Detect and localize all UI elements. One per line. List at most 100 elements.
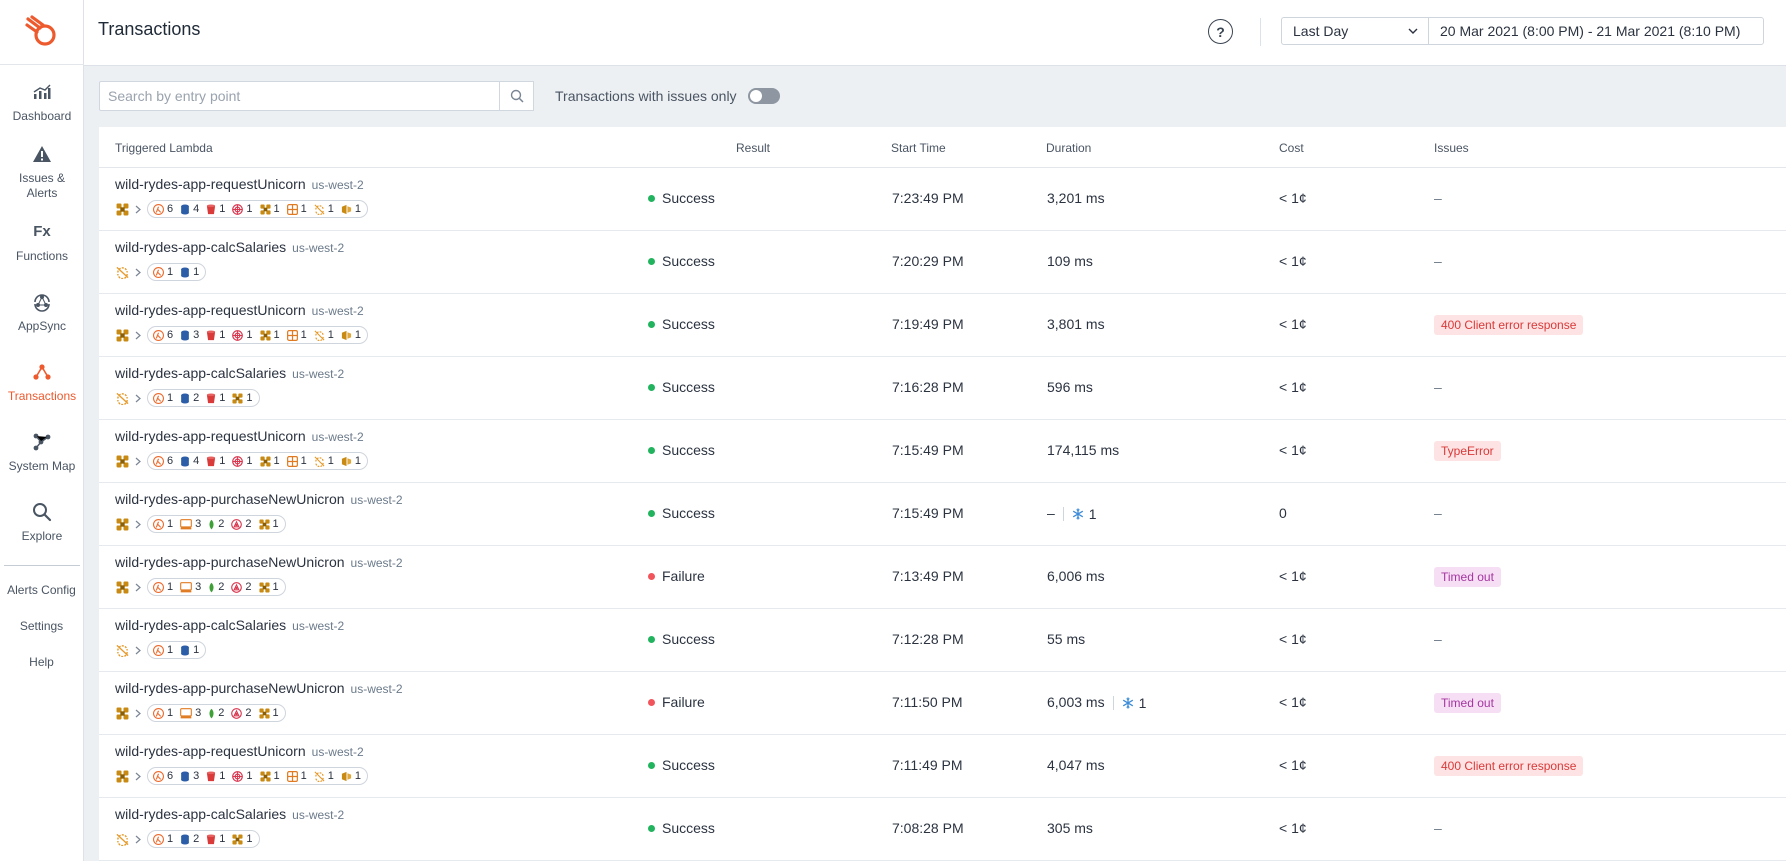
trace-summary[interactable]: 1 3 2 2 1 xyxy=(115,704,286,722)
settings-link[interactable]: Settings xyxy=(0,608,83,644)
search-button[interactable] xyxy=(499,81,534,111)
trace-summary[interactable]: 1 3 2 2 1 xyxy=(115,515,286,533)
region-label: us-west-2 xyxy=(292,241,345,255)
lambda-name[interactable]: wild-rydes-app-calcSalaries xyxy=(115,239,286,255)
lambda-cluster-icon xyxy=(258,581,273,593)
table-row[interactable]: wild-rydes-app-requestUnicorn us-west-2 6 3… xyxy=(99,294,1786,357)
trace-summary[interactable]: 1 3 2 2 1 xyxy=(115,578,286,596)
fx-icon: Fx xyxy=(33,223,51,240)
trace-service-count: 1 xyxy=(167,644,174,656)
trace-service-lambda: 6 xyxy=(153,203,173,215)
lambda-cell[interactable]: wild-rydes-app-purchaseNewUnicron us-west… xyxy=(115,554,403,570)
result-cell: Success xyxy=(648,442,715,458)
trace-summary[interactable]: 1 2 1 1 xyxy=(115,830,260,848)
lambda-cell[interactable]: wild-rydes-app-calcSalaries us-west-2 xyxy=(115,239,344,255)
lambda-cell[interactable]: wild-rydes-app-calcSalaries us-west-2 xyxy=(115,806,344,822)
table-row[interactable]: wild-rydes-app-calcSalaries us-west-2 1 2 1 1… xyxy=(99,357,1786,420)
issues-cell: 400 Client error response xyxy=(1434,756,1584,776)
sidebar-item-appsync[interactable]: AppSync xyxy=(0,277,84,347)
table-row[interactable]: wild-rydes-app-purchaseNewUnicron us-west… xyxy=(99,483,1786,546)
lambda-name[interactable]: wild-rydes-app-calcSalaries xyxy=(115,806,286,822)
trace-summary[interactable]: 11 xyxy=(115,641,207,659)
trace-summary[interactable]: 6 3 1 1 1 1 1 1 xyxy=(115,767,368,785)
sidebar-item-transactions[interactable]: Transactions xyxy=(0,347,84,417)
trace-service-count: 1 xyxy=(219,392,226,404)
table-row[interactable]: wild-rydes-app-requestUnicorn us-west-2 6 4… xyxy=(99,420,1786,483)
lambda-icon xyxy=(153,266,167,278)
lambda-cell[interactable]: wild-rydes-app-calcSalaries us-west-2 xyxy=(115,365,344,381)
time-range-select[interactable]: Last Day xyxy=(1281,17,1428,45)
table-row[interactable]: wild-rydes-app-calcSalaries us-west-2 1 1 Su… xyxy=(99,609,1786,672)
trace-summary[interactable]: 6 4 1 1 1 1 1 1 xyxy=(115,200,368,218)
table-row[interactable]: wild-rydes-app-requestUnicorn us-west-2 6 3… xyxy=(99,735,1786,798)
lambda-cell[interactable]: wild-rydes-app-purchaseNewUnicron us-west… xyxy=(115,680,403,696)
sidebar-item-system-map[interactable]: System Map xyxy=(0,417,84,487)
column-header-result[interactable]: Result xyxy=(736,141,770,155)
column-header-cost[interactable]: Cost xyxy=(1279,141,1304,155)
sidebar-item-issues-alerts[interactable]: Issues & Alerts xyxy=(0,137,84,207)
lambda-cell[interactable]: wild-rydes-app-purchaseNewUnicron us-west… xyxy=(115,491,403,507)
column-header-issues[interactable]: Issues xyxy=(1434,141,1469,155)
trace-service-dynamodb: 3 xyxy=(180,770,199,782)
lambda-name[interactable]: wild-rydes-app-calcSalaries xyxy=(115,617,286,633)
lambda-name[interactable]: wild-rydes-app-purchaseNewUnicron xyxy=(115,680,345,696)
lambda-cell[interactable]: wild-rydes-app-requestUnicorn us-west-2 xyxy=(115,428,364,444)
page-header: Transactions ? Last Day 20 Mar 2021 (8:0… xyxy=(84,0,1786,66)
lambda-cell[interactable]: wild-rydes-app-requestUnicorn us-west-2 xyxy=(115,176,364,192)
lambda-cell[interactable]: wild-rydes-app-requestUnicorn us-west-2 xyxy=(115,743,364,759)
lambda-name[interactable]: wild-rydes-app-requestUnicorn xyxy=(115,176,306,192)
sidebar-item-functions[interactable]: Fx Functions xyxy=(0,207,84,277)
search-input[interactable] xyxy=(99,81,500,111)
issue-badge[interactable]: Timed out xyxy=(1434,693,1501,713)
column-header-triggered-lambda[interactable]: Triggered Lambda xyxy=(115,141,213,155)
issue-badge[interactable]: Timed out xyxy=(1434,567,1501,587)
alerts-config-link[interactable]: Alerts Config xyxy=(0,572,83,608)
table-row[interactable]: wild-rydes-app-purchaseNewUnicron us-west… xyxy=(99,546,1786,609)
lambda-cluster-icon xyxy=(259,455,274,467)
lambda-cell[interactable]: wild-rydes-app-calcSalaries us-west-2 xyxy=(115,617,344,633)
trace-service-queue: 3 xyxy=(180,518,201,530)
table-row[interactable]: wild-rydes-app-calcSalaries us-west-2 1 1 Su… xyxy=(99,231,1786,294)
issue-badge[interactable]: 400 Client error response xyxy=(1434,756,1584,776)
issues-only-toggle[interactable] xyxy=(748,88,780,104)
trace-service-count: 1 xyxy=(272,581,279,593)
result-cell: Failure xyxy=(648,568,705,584)
lambda-name[interactable]: wild-rydes-app-calcSalaries xyxy=(115,365,286,381)
lambda-cell[interactable]: wild-rydes-app-requestUnicorn us-west-2 xyxy=(115,302,364,318)
duration-value: 3,801 ms xyxy=(1047,316,1105,332)
sidebar-item-dashboard[interactable]: Dashboard xyxy=(0,67,84,137)
trace-summary[interactable]: 6 3 1 1 1 1 1 1 xyxy=(115,326,368,344)
duration-cell: 4,047 ms xyxy=(1047,757,1105,773)
table-row[interactable]: wild-rydes-app-calcSalaries us-west-2 1 2 1 1… xyxy=(99,798,1786,861)
cost-cell: < 1¢ xyxy=(1279,379,1307,395)
date-range-picker[interactable]: 20 Mar 2021 (8:00 PM) - 21 Mar 2021 (8:1… xyxy=(1428,17,1764,45)
lambda-name[interactable]: wild-rydes-app-requestUnicorn xyxy=(115,302,306,318)
trace-service-count: 1 xyxy=(219,833,226,845)
trace-service-dynamodb: 2 xyxy=(180,833,199,845)
trace-summary[interactable]: 1 2 1 1 xyxy=(115,389,260,407)
trace-services-pill: 1 3 2 2 1 xyxy=(147,704,286,722)
start-time-cell: 7:11:49 PM xyxy=(892,757,963,773)
lambda-name[interactable]: wild-rydes-app-requestUnicorn xyxy=(115,428,306,444)
trace-summary[interactable]: 11 xyxy=(115,263,207,281)
lambda-name[interactable]: wild-rydes-app-purchaseNewUnicron xyxy=(115,491,345,507)
trace-service-count: 1 xyxy=(167,833,174,845)
transactions-table: Triggered Lambda Result Start Time Durat… xyxy=(99,127,1786,861)
duration-cell: 109 ms xyxy=(1047,253,1093,269)
column-header-start-time[interactable]: Start Time xyxy=(891,141,946,155)
sidebar-item-explore[interactable]: Explore xyxy=(0,487,84,557)
status-dot-icon xyxy=(648,573,655,580)
column-header-duration[interactable]: Duration xyxy=(1046,141,1091,155)
lambda-name[interactable]: wild-rydes-app-requestUnicorn xyxy=(115,743,306,759)
issue-badge[interactable]: TypeError xyxy=(1434,441,1501,461)
app-logo[interactable] xyxy=(0,0,84,65)
table-row[interactable]: wild-rydes-app-purchaseNewUnicron us-west… xyxy=(99,672,1786,735)
issue-badge[interactable]: 400 Client error response xyxy=(1434,315,1584,335)
help-button[interactable]: ? xyxy=(1208,19,1233,44)
table-row[interactable]: wild-rydes-app-requestUnicorn us-west-2 6 4… xyxy=(99,168,1786,231)
lambda-name[interactable]: wild-rydes-app-purchaseNewUnicron xyxy=(115,554,345,570)
help-link[interactable]: Help xyxy=(0,644,83,680)
result-label: Success xyxy=(662,820,715,836)
alert-triangle-icon xyxy=(31,143,53,165)
trace-summary[interactable]: 6 4 1 1 1 1 1 1 xyxy=(115,452,368,470)
